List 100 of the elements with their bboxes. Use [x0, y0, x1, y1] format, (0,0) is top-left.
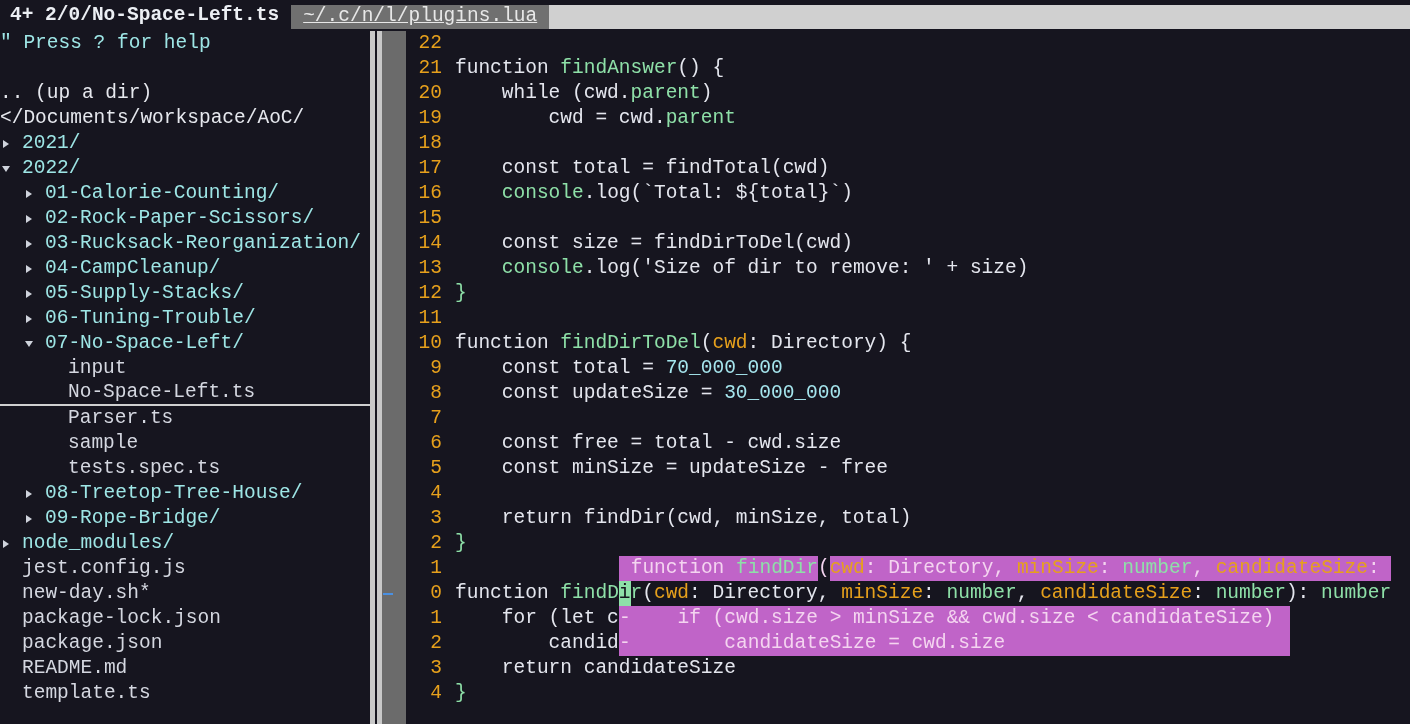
caret-icon[interactable] — [25, 514, 33, 523]
code-token: function — [455, 331, 550, 356]
code-token: r — [630, 581, 643, 606]
editor-tab[interactable]: ~/.c/n/l/plugins.lua — [291, 5, 550, 29]
line-number: 8 — [429, 381, 442, 406]
line-number: 21 — [417, 56, 442, 81]
folder-name[interactable]: 01-Calorie-Counting/ — [45, 181, 280, 206]
caret-icon[interactable] — [25, 264, 33, 273]
signature-token: : — [1367, 556, 1392, 581]
code-token: .log('Size of dir to remove: ' + size) — [583, 256, 1029, 281]
code-token: } — [455, 281, 467, 306]
file-name[interactable]: sample — [68, 431, 139, 456]
line-number: 6 — [429, 431, 442, 456]
folder-name[interactable]: node_modules/ — [22, 531, 175, 556]
line-number: 9 — [429, 356, 442, 381]
line-number: 2 — [429, 531, 442, 556]
folder-name[interactable]: 2021/ — [22, 131, 81, 156]
code-token: : Directory, — [689, 581, 831, 606]
code-token: number — [946, 581, 1017, 606]
folder-name[interactable]: 08-Treetop-Tree-House/ — [45, 481, 303, 506]
code-token: ( — [817, 556, 830, 581]
file-name[interactable]: Parser.ts — [68, 406, 174, 431]
code-token: return candidateSize — [500, 656, 736, 681]
code-token: : — [1192, 581, 1205, 606]
code-token: : — [923, 581, 936, 606]
parent-dir-link[interactable]: .. (up a dir) — [0, 81, 370, 106]
code-token: 30_000_000 — [724, 381, 842, 406]
code-token: ( — [700, 331, 713, 356]
code-token: cwd — [653, 581, 690, 606]
line-number: 2 — [429, 631, 442, 656]
code-token: number — [1215, 581, 1286, 606]
line-number: 5 — [429, 456, 442, 481]
folder-name[interactable]: 06-Tuning-Trouble/ — [45, 306, 256, 331]
code-token: const size = findDirToDel(cwd) — [500, 231, 853, 256]
folder-name[interactable]: 04-CampCleanup/ — [45, 256, 221, 281]
caret-icon[interactable] — [25, 214, 33, 223]
code-token: ) — [700, 81, 713, 106]
code-token: while (cwd. — [500, 81, 631, 106]
file-name[interactable]: No-Space-Left.ts — [68, 380, 256, 405]
line-number: 22 — [417, 31, 442, 56]
signature-token: function — [619, 556, 737, 581]
code-token: function — [455, 581, 550, 606]
file-name[interactable]: tests.spec.ts — [68, 456, 221, 481]
code-token: const minSize = updateSize - free — [500, 456, 888, 481]
line-number: 15 — [417, 206, 442, 231]
caret-icon[interactable] — [2, 539, 10, 548]
caret-icon[interactable] — [25, 289, 33, 298]
code-token: findD — [560, 581, 619, 606]
line-number: 13 — [417, 256, 442, 281]
line-number: 0 — [429, 581, 442, 606]
code-token: console — [500, 181, 584, 206]
file-name[interactable]: jest.config.js — [22, 556, 186, 581]
file-name[interactable]: template.ts — [22, 681, 151, 706]
preview-line: - if (cwd.size > minSize && cwd.size < candidateSize) — [619, 606, 1276, 631]
code-token: () { — [677, 56, 725, 81]
caret-icon[interactable] — [25, 239, 33, 248]
file-name[interactable]: README.md — [22, 656, 128, 681]
line-number: 3 — [429, 506, 442, 531]
file-name[interactable]: package.json — [22, 631, 163, 656]
code-token: cwd = cwd. — [547, 106, 666, 131]
caret-icon[interactable] — [25, 189, 33, 198]
code-token: ( — [642, 581, 654, 606]
folder-name[interactable]: 05-Supply-Stacks/ — [45, 281, 244, 306]
root-path: </Documents/workspace/AoC/ — [0, 106, 306, 131]
caret-icon[interactable] — [2, 139, 10, 148]
code-token: const total = — [500, 356, 655, 381]
code-token: : Directory) { — [747, 331, 912, 356]
caret-icon[interactable] — [2, 164, 10, 173]
code-token: const free = total - cwd.size — [500, 431, 842, 456]
code-token: } — [455, 681, 467, 706]
folder-name[interactable]: 09-Rope-Bridge/ — [45, 506, 221, 531]
code-token: , — [1016, 581, 1030, 606]
caret-icon[interactable] — [25, 339, 33, 348]
preview-line: - candidateSize = cwd.size — [619, 631, 1007, 656]
code-token: cwd — [712, 331, 748, 356]
code-token: minSize — [841, 581, 924, 606]
signature-token: cwd — [829, 556, 865, 581]
line-number: 16 — [417, 181, 442, 206]
code-token: } — [455, 531, 467, 556]
caret-icon[interactable] — [25, 314, 33, 323]
signature-token: : — [1098, 556, 1123, 581]
code-token: function — [455, 56, 550, 81]
line-number: 14 — [417, 231, 442, 256]
file-name[interactable]: package-lock.json — [22, 606, 221, 631]
folder-name[interactable]: 07-No-Space-Left/ — [45, 331, 244, 356]
file-name[interactable]: new-day.sh* — [22, 581, 151, 606]
line-number: 18 — [417, 131, 442, 156]
caret-icon[interactable] — [25, 489, 33, 498]
code-token: 70_000_000 — [665, 356, 783, 381]
code-token: for (let c — [500, 606, 619, 631]
editor-tab[interactable]: 4+ 2/0/No-Space-Left.ts — [0, 0, 292, 31]
code-token: const total = findTotal(cwd) — [500, 156, 830, 181]
line-number: 12 — [417, 281, 442, 306]
folder-name[interactable]: 03-Rucksack-Reorganization/ — [45, 231, 361, 256]
file-name[interactable]: input — [68, 356, 127, 381]
code-token: parent — [665, 106, 736, 131]
folder-name[interactable]: 02-Rock-Paper-Scissors/ — [45, 206, 315, 231]
folder-name[interactable]: 2022/ — [22, 156, 81, 181]
signature-token: , — [1192, 556, 1216, 581]
line-number: 10 — [417, 331, 442, 356]
